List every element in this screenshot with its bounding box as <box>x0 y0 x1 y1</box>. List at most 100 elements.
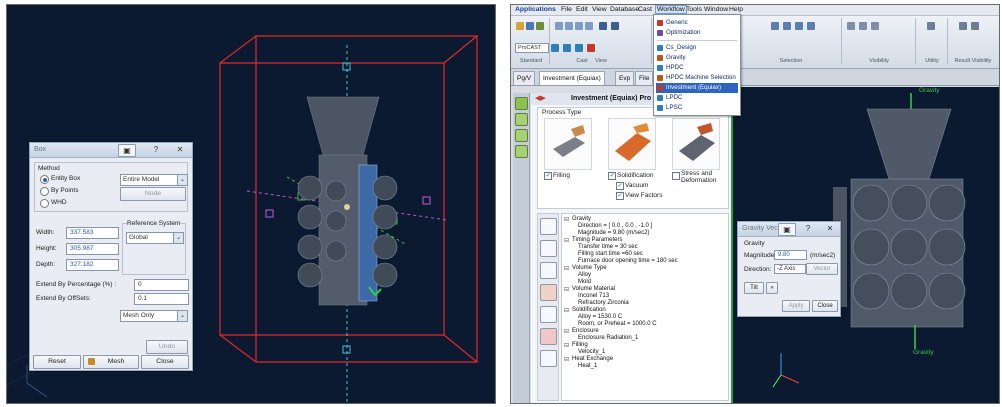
menu-view[interactable]: View <box>592 6 607 13</box>
mesh-button[interactable]: Mesh <box>83 355 139 369</box>
stress-image[interactable] <box>672 118 720 170</box>
view-front-icon[interactable] <box>555 22 563 30</box>
extend-offsets-field[interactable]: 0.1 <box>134 293 189 305</box>
view-factors-checkbox[interactable]: ✓ <box>616 192 624 200</box>
vacuum-checkbox[interactable]: ✓ <box>616 182 624 190</box>
menu-applications[interactable]: Applications <box>515 6 556 13</box>
view-top-icon[interactable] <box>565 22 573 30</box>
menu-item-lpsc[interactable]: LPSC <box>656 103 738 113</box>
menu-item-generic[interactable]: Generic <box>656 18 738 28</box>
tool-icon[interactable] <box>515 97 528 110</box>
result-visibility-icon[interactable] <box>971 22 979 30</box>
filling-image[interactable] <box>544 118 592 170</box>
solidification-checkbox[interactable]: ✓ <box>608 172 616 180</box>
tree-node[interactable]: Timing Parameters <box>564 237 623 244</box>
tool-icon[interactable] <box>515 145 528 158</box>
heat-step-icon[interactable] <box>540 350 557 367</box>
menu-window[interactable]: Window <box>704 6 728 13</box>
tab-pgv[interactable]: Pg/V <box>513 71 536 85</box>
menu-edit[interactable]: Edit <box>576 6 588 13</box>
result-visibility-icon[interactable] <box>959 22 967 30</box>
tree-node[interactable]: Volume Type <box>564 265 607 272</box>
pin-icon[interactable]: ▣ <box>118 144 136 157</box>
cast-tool-icon[interactable] <box>551 44 559 52</box>
stress-checkbox[interactable]: ✓ <box>672 172 680 180</box>
tool-icon[interactable] <box>515 129 528 142</box>
close-button[interactable]: Close <box>141 355 189 369</box>
material-step-icon[interactable] <box>540 284 557 301</box>
rotate-icon[interactable] <box>599 22 607 30</box>
tree-node[interactable]: Filling <box>564 342 588 349</box>
cast-tool-icon[interactable] <box>563 44 571 52</box>
menu-item-cs-design[interactable]: Cs_Design <box>656 43 738 53</box>
reference-system-select[interactable]: Global ⌄ <box>126 232 184 244</box>
solver-select[interactable]: ProCAST <box>515 43 549 53</box>
select-icon[interactable] <box>795 22 803 30</box>
filling-checkbox[interactable]: ✓ <box>544 172 552 180</box>
magnitude-field[interactable]: 9.80 <box>774 250 807 260</box>
apply-button[interactable]: Apply <box>782 300 810 312</box>
menu-help[interactable]: Help <box>729 6 743 13</box>
menu-item-hpdc-machine-selection[interactable]: HPDC Machine Selection <box>656 73 738 83</box>
solidification-image[interactable] <box>608 118 656 170</box>
direction-select[interactable]: -Z Axis <box>774 264 806 274</box>
cast-tool-icon[interactable] <box>575 44 583 52</box>
tilt-button[interactable]: Tilt <box>744 282 764 294</box>
select-icon[interactable] <box>807 22 815 30</box>
filling-step-icon[interactable] <box>540 328 557 345</box>
gravity-step-icon[interactable] <box>540 218 557 235</box>
open-icon[interactable] <box>526 22 534 30</box>
menu-file[interactable]: File <box>561 6 572 13</box>
tab-evp[interactable]: Evp <box>615 71 635 85</box>
tool-icon[interactable] <box>515 113 528 126</box>
menu-item-investment-equiax[interactable]: Investment (Equiax) <box>656 83 738 93</box>
tree-node[interactable]: Solidification <box>564 307 606 314</box>
timing-step-icon[interactable] <box>540 240 557 257</box>
menu-item-optimization[interactable]: Optimization <box>656 28 738 38</box>
visibility-icon[interactable] <box>871 22 879 30</box>
menu-database[interactable]: Database <box>610 6 639 13</box>
select-icon[interactable] <box>771 22 779 30</box>
help-button[interactable]: ? <box>148 144 164 155</box>
help-button[interactable]: ? <box>800 223 816 234</box>
menu-cast[interactable]: Cast <box>638 6 652 13</box>
vector-button[interactable]: Vector <box>806 263 838 275</box>
menu-workflow[interactable]: Workflow <box>655 5 687 14</box>
select-icon[interactable] <box>783 22 791 30</box>
height-field[interactable]: 305.987 <box>66 243 119 255</box>
visibility-icon[interactable] <box>847 22 855 30</box>
extend-percentage-field[interactable]: 0 <box>134 279 189 291</box>
view-iso-icon[interactable] <box>585 22 593 30</box>
menu-item-gravity[interactable]: Gravity <box>656 53 738 63</box>
pin-icon[interactable]: ▣ <box>778 223 796 236</box>
solidification-step-icon[interactable] <box>540 306 557 323</box>
gravity-close-button[interactable]: Close <box>812 300 838 312</box>
utility-icon[interactable] <box>927 22 935 30</box>
save-icon[interactable] <box>536 22 544 30</box>
tab-investment-equiax[interactable]: Investment (Equiax) <box>539 71 605 85</box>
arrow-icon[interactable]: ◀▶ <box>535 93 546 105</box>
tree-node[interactable]: Enclosure <box>564 328 599 335</box>
tree-node[interactable]: Volume Material <box>564 286 615 293</box>
radio-by-points[interactable] <box>40 187 49 196</box>
expand-chevron-icon[interactable]: » <box>766 282 778 294</box>
radio-whd[interactable] <box>40 199 49 208</box>
box-dialog-titlebar[interactable]: Box ▣ ? ✕ <box>30 143 192 158</box>
close-icon[interactable]: ✕ <box>172 144 188 155</box>
visibility-icon[interactable] <box>859 22 867 30</box>
gravity-dialog-titlebar[interactable]: Gravity Vect ▣ ? ✕ <box>738 222 840 237</box>
tree-node[interactable]: Gravity <box>564 216 591 223</box>
tab-file[interactable]: File <box>635 71 654 85</box>
tree-node[interactable]: Heat Exchange <box>564 356 613 363</box>
cast-tool-icon[interactable] <box>587 44 595 52</box>
menu-item-lpdc[interactable]: LPDC <box>656 93 738 103</box>
menu-item-hpdc[interactable]: HPDC <box>656 63 738 73</box>
undo-button[interactable]: Undo <box>146 340 188 354</box>
entity-select[interactable]: Entire Model ⌄ <box>120 174 188 186</box>
mesh-mode-select[interactable]: Mesh Only ⌄ <box>120 310 188 322</box>
radio-entity-box[interactable] <box>40 175 49 184</box>
volume-step-icon[interactable] <box>540 262 557 279</box>
reset-button[interactable]: Reset <box>33 355 81 369</box>
close-icon[interactable]: ✕ <box>822 223 838 234</box>
menu-tools[interactable]: Tools <box>686 6 702 13</box>
